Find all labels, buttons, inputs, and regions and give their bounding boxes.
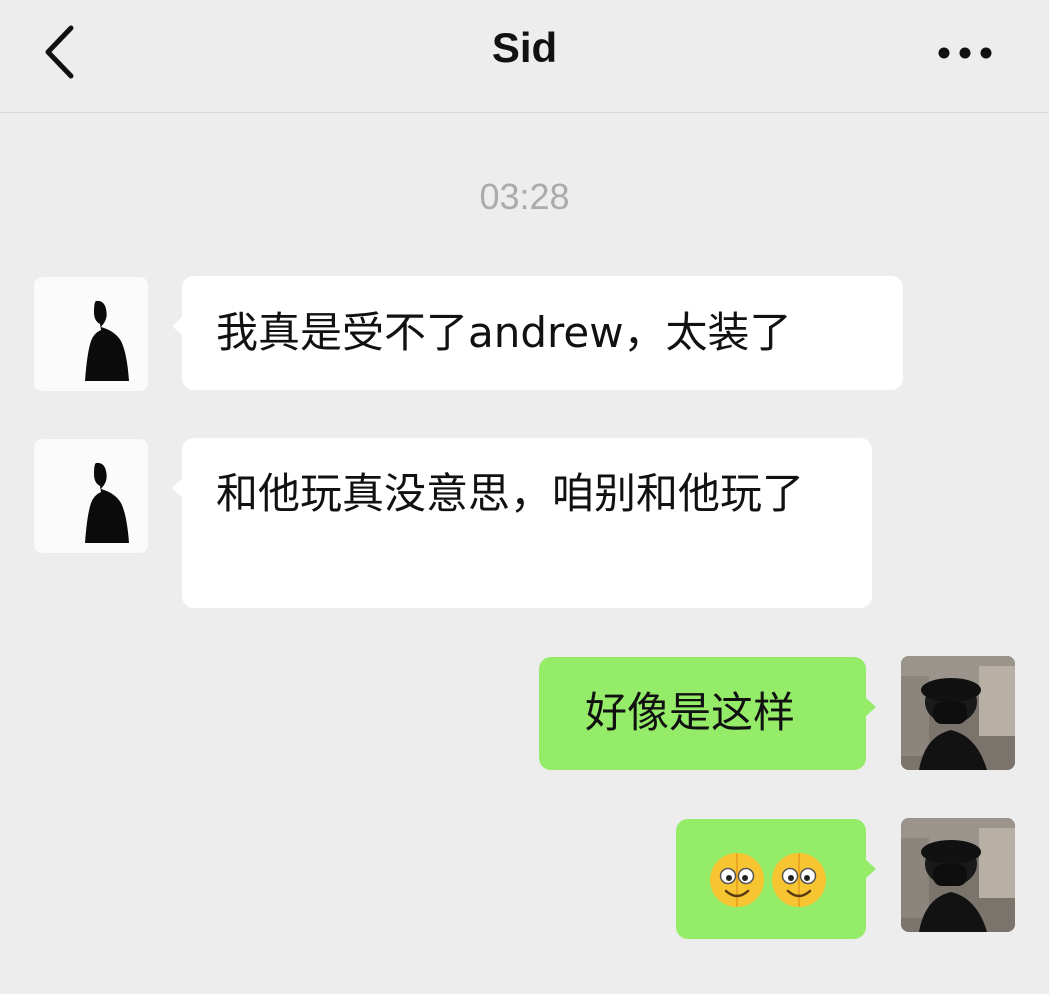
friend-avatar[interactable]	[34, 439, 148, 553]
message-bubble-4[interactable]	[676, 819, 876, 939]
message-timestamp: 03:28	[479, 176, 570, 217]
message-bubble-2[interactable]: 和他玩真没意思，咱别和他玩了	[172, 438, 872, 608]
more-options-button[interactable]	[932, 38, 998, 68]
my-avatar[interactable]	[901, 818, 1015, 932]
bubble-tail	[172, 316, 183, 336]
woozy-smile-emoji-icon	[710, 853, 764, 907]
chat-title[interactable]: Sid	[0, 24, 1049, 72]
chat-header: Sid	[0, 0, 1049, 113]
woozy-smile-emoji-icon	[772, 853, 826, 907]
message-bubble-3[interactable]: 好像是这样	[539, 657, 876, 770]
silhouette-avatar-icon	[85, 462, 129, 543]
silhouette-avatar-icon	[85, 300, 129, 381]
message-text: 和他玩真没意思，咱别和他玩了	[216, 469, 805, 518]
ellipsis-icon	[938, 47, 992, 59]
friend-avatar[interactable]	[34, 277, 148, 391]
bubble-tail	[172, 478, 183, 498]
message-text: 好像是这样	[585, 688, 796, 737]
my-avatar[interactable]	[901, 656, 1015, 770]
user-photo-avatar-icon	[901, 818, 1015, 932]
bubble-tail	[865, 859, 876, 879]
user-photo-avatar-icon	[901, 656, 1015, 770]
message-bubble-1[interactable]: 我真是受不了andrew，太装了	[172, 276, 903, 390]
emoji-row	[708, 851, 866, 909]
bubble-tail	[865, 697, 876, 717]
message-text: 我真是受不了andrew，太装了	[216, 308, 792, 357]
